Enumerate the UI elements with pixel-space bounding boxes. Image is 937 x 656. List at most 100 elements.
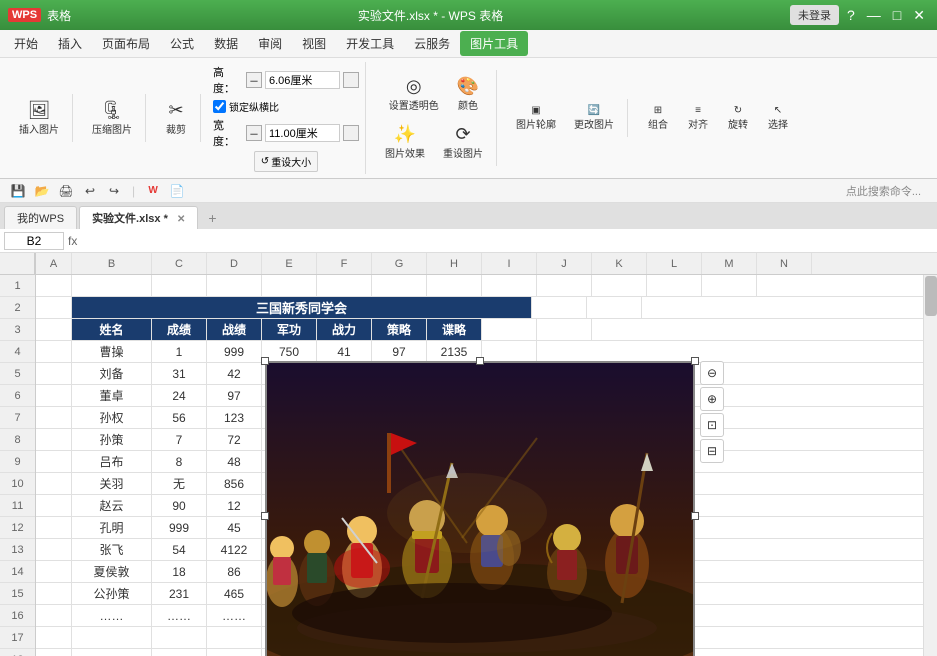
row-18[interactable]: 18	[0, 649, 35, 656]
cell-name-7[interactable]: 孙权	[72, 407, 152, 428]
cell-15-c[interactable]: 231	[152, 583, 207, 604]
cell-14-d[interactable]: 86	[207, 561, 262, 582]
cell-a17[interactable]	[36, 627, 72, 648]
carousel-button[interactable]: ▣ 图片轮廓	[509, 101, 563, 135]
cell-name-4[interactable]: 曹操	[72, 341, 152, 362]
cell-d1[interactable]	[207, 275, 262, 296]
col-i[interactable]: I	[482, 253, 537, 274]
row-7[interactable]: 7	[0, 407, 35, 429]
float-zoom-in-button[interactable]: ⊕	[700, 387, 724, 411]
cell-a11[interactable]	[36, 495, 72, 516]
qa-save[interactable]: 💾	[8, 181, 28, 201]
col-h[interactable]: H	[427, 253, 482, 274]
row-15[interactable]: 15	[0, 583, 35, 605]
cell-15-d[interactable]: 465	[207, 583, 262, 604]
cell-name-5[interactable]: 刘备	[72, 363, 152, 384]
width-input[interactable]	[265, 124, 340, 142]
cell-7-c[interactable]: 56	[152, 407, 207, 428]
row-3[interactable]: 3	[0, 319, 35, 341]
cell-16-c[interactable]: ……	[152, 605, 207, 626]
row-6[interactable]: 6	[0, 385, 35, 407]
tab-add-button[interactable]: +	[200, 207, 224, 229]
row-12[interactable]: 12	[0, 517, 35, 539]
row-10[interactable]: 10	[0, 473, 35, 495]
cell-a3[interactable]	[36, 319, 72, 340]
rotate-button[interactable]: ↻ 旋转	[720, 101, 756, 135]
col-a[interactable]: A	[36, 253, 72, 274]
cell-c18[interactable]	[152, 649, 207, 656]
resize-handle-middleright[interactable]	[691, 512, 699, 520]
cell-name-13[interactable]: 张飞	[72, 539, 152, 560]
menu-start[interactable]: 开始	[4, 31, 48, 56]
col-e[interactable]: E	[262, 253, 317, 274]
col-j[interactable]: J	[537, 253, 592, 274]
cell-a14[interactable]	[36, 561, 72, 582]
cell-i1[interactable]	[482, 275, 537, 296]
scrollbar-thumb[interactable]	[925, 276, 937, 316]
cell-j3[interactable]	[537, 319, 592, 340]
header-power[interactable]: 战力	[317, 319, 372, 340]
cell-name-9[interactable]: 吕布	[72, 451, 152, 472]
cell-name-14[interactable]: 夏侯敦	[72, 561, 152, 582]
row-4[interactable]: 4	[0, 341, 35, 363]
qa-wps[interactable]: W	[143, 181, 163, 201]
cell-d18[interactable]	[207, 649, 262, 656]
row-2[interactable]: 2	[0, 297, 35, 319]
col-n[interactable]: N	[757, 253, 812, 274]
height-minus-button[interactable]: －	[246, 72, 262, 88]
maximize-icon[interactable]: □	[889, 7, 905, 23]
image-overlay[interactable]	[265, 361, 695, 656]
resize-handle-middleleft[interactable]	[261, 512, 269, 520]
help-icon[interactable]: ?	[843, 7, 859, 23]
tab-mywps[interactable]: 我的WPS	[4, 206, 77, 229]
menu-view[interactable]: 视图	[292, 31, 336, 56]
cell-6-d[interactable]: 97	[207, 385, 262, 406]
cell-9-c[interactable]: 8	[152, 451, 207, 472]
header-spy[interactable]: 谍略	[427, 319, 482, 340]
qa-redo[interactable]: ↪	[104, 181, 124, 201]
resize-handle-topleft[interactable]	[261, 357, 269, 365]
qa-undo[interactable]: ↩	[80, 181, 100, 201]
tab-close-icon[interactable]: ✕	[177, 214, 185, 225]
cell-4-i[interactable]	[482, 341, 537, 362]
header-military[interactable]: 军功	[262, 319, 317, 340]
cell-a15[interactable]	[36, 583, 72, 604]
col-b[interactable]: B	[72, 253, 152, 274]
height-plus-button[interactable]	[343, 72, 359, 88]
cell-13-c[interactable]: 54	[152, 539, 207, 560]
lock-ratio-checkbox[interactable]	[213, 100, 226, 113]
cell-name-8[interactable]: 孙策	[72, 429, 152, 450]
row-9[interactable]: 9	[0, 451, 35, 473]
align-button[interactable]: ≡ 对齐	[680, 101, 716, 135]
cell-b17[interactable]	[72, 627, 152, 648]
cell-j1[interactable]	[537, 275, 592, 296]
row-5[interactable]: 5	[0, 363, 35, 385]
reset-image-button[interactable]: ⟳ 重设图片	[436, 120, 490, 164]
vertical-scrollbar[interactable]	[923, 275, 937, 656]
menu-formula[interactable]: 公式	[160, 31, 204, 56]
cell-9-d[interactable]: 48	[207, 451, 262, 472]
cell-f1[interactable]	[317, 275, 372, 296]
cell-4-c[interactable]: 1	[152, 341, 207, 362]
select-button[interactable]: ↖ 选择	[760, 101, 796, 135]
tab-file[interactable]: 实验文件.xlsx * ✕	[79, 206, 198, 229]
crop-button[interactable]: ✂ 裁剪	[158, 96, 194, 140]
menu-cloudservice[interactable]: 云服务	[404, 31, 460, 56]
cell-a16[interactable]	[36, 605, 72, 626]
col-f[interactable]: F	[317, 253, 372, 274]
row-16[interactable]: 16	[0, 605, 35, 627]
minimize-icon[interactable]: —	[863, 7, 885, 23]
cell-name-15[interactable]: 公孙策	[72, 583, 152, 604]
cell-6-c[interactable]: 24	[152, 385, 207, 406]
menu-data[interactable]: 数据	[204, 31, 248, 56]
resize-handle-topmiddle[interactable]	[476, 357, 484, 365]
row-11[interactable]: 11	[0, 495, 35, 517]
arrange-button[interactable]: ⊞ 组合	[640, 101, 676, 135]
cell-10-c[interactable]: 无	[152, 473, 207, 494]
cell-a8[interactable]	[36, 429, 72, 450]
float-frame-button[interactable]: ⊟	[700, 439, 724, 463]
float-crop-button[interactable]: ⊡	[700, 413, 724, 437]
height-input[interactable]	[265, 71, 340, 89]
cell-a7[interactable]	[36, 407, 72, 428]
cell-11-d[interactable]: 12	[207, 495, 262, 516]
